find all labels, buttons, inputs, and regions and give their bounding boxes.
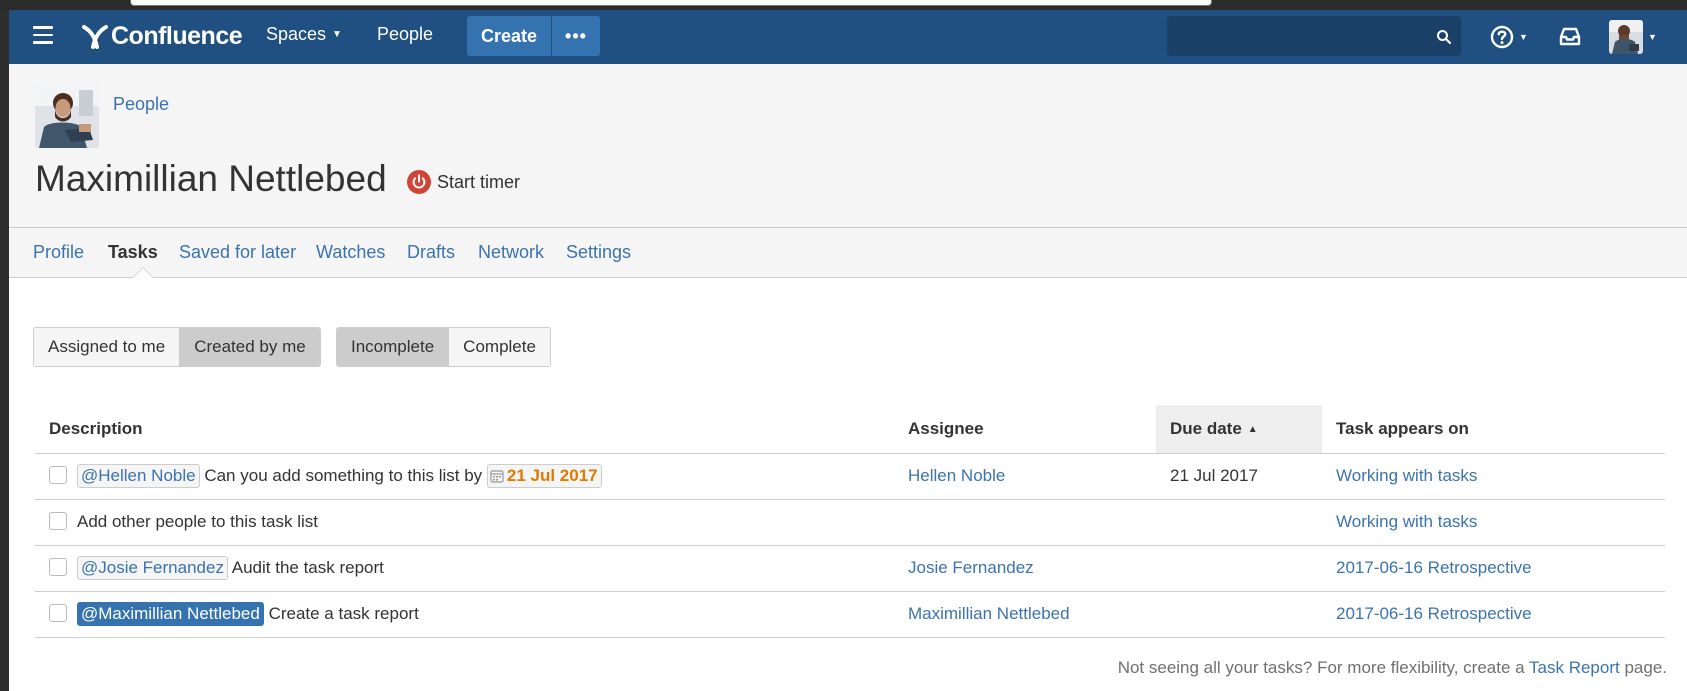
browser-chrome — [0, 0, 1687, 10]
page-link[interactable]: 2017-06-16 Retrospective — [1336, 604, 1532, 623]
spaces-menu[interactable]: Spaces ▼ — [266, 24, 342, 45]
date-lozenge-text: 21 Jul 2017 — [506, 466, 598, 485]
task-checkbox[interactable] — [49, 466, 67, 484]
notifications-icon[interactable] — [1557, 24, 1583, 50]
task-text: Can you add something to this list by — [204, 466, 483, 485]
top-navigation-bar: Confluence Spaces ▼ People Create ••• ▼ — [9, 10, 1687, 64]
column-header-assignee[interactable]: Assignee — [894, 405, 1156, 454]
user-mention[interactable]: @Hellen Noble — [77, 464, 200, 488]
table-row: @Hellen Noble Can you add something to t… — [35, 453, 1665, 500]
task-appears-on-cell: 2017-06-16 Retrospective — [1322, 591, 1665, 638]
task-text: Add other people to this task list — [77, 512, 318, 531]
tasks-table: Description Assignee Due date ▲ Task appe… — [35, 405, 1665, 638]
hamburger-menu-icon[interactable] — [33, 26, 53, 46]
user-mention-self[interactable]: @Maximillian Nettlebed — [77, 602, 264, 626]
status-filter-group: Incomplete Complete — [336, 327, 551, 367]
task-appears-on-cell: 2017-06-16 Retrospective — [1322, 545, 1665, 592]
created-by-me-toggle[interactable]: Created by me — [179, 328, 320, 366]
due-date-cell: 21 Jul 2017 — [1156, 453, 1322, 500]
tab-saved-for-later[interactable]: Saved for later — [179, 242, 296, 263]
assignee-cell: Maximillian Nettlebed — [894, 591, 1156, 638]
page-link[interactable]: 2017-06-16 Retrospective — [1336, 558, 1532, 577]
assignee-link[interactable]: Josie Fernandez — [908, 558, 1034, 577]
logo-text: Confluence — [111, 21, 243, 50]
timer-label: Start timer — [437, 171, 521, 192]
tab-watches[interactable]: Watches — [316, 242, 385, 263]
table-header-row: Description Assignee Due date ▲ Task appe… — [35, 405, 1665, 454]
profile-tabs: Profile Tasks Saved for later Watches Dr… — [9, 228, 1687, 278]
user-menu[interactable]: ▼ — [1609, 19, 1657, 55]
window-edge — [0, 10, 9, 691]
task-report-hint: Not seeing all your tasks? For more flex… — [1118, 658, 1667, 678]
calendar-icon — [490, 470, 504, 483]
active-tab-indicator — [133, 268, 153, 278]
assignee-link[interactable]: Maximillian Nettlebed — [908, 604, 1070, 623]
chevron-down-icon: ▼ — [332, 29, 342, 40]
date-lozenge[interactable]: 21 Jul 2017 — [486, 464, 602, 488]
task-description-cell: @Maximillian Nettlebed Create a task rep… — [35, 591, 894, 638]
tab-profile[interactable]: Profile — [33, 242, 84, 263]
task-appears-on-cell: Working with tasks — [1322, 453, 1665, 500]
table-row: Add other people to this task list Worki… — [35, 499, 1665, 546]
table-row: @Maximillian Nettlebed Create a task rep… — [35, 591, 1665, 638]
due-date-cell — [1156, 499, 1322, 546]
task-checkbox[interactable] — [49, 512, 67, 530]
assignee-link[interactable]: Hellen Noble — [908, 466, 1005, 485]
sort-ascending-icon: ▲ — [1247, 423, 1258, 435]
task-description-cell: @Hellen Noble Can you add something to t… — [35, 453, 894, 500]
page-title: Maximillian Nettlebed — [35, 158, 387, 199]
due-date-cell — [1156, 591, 1322, 638]
assigned-to-me-toggle[interactable]: Assigned to me — [34, 328, 180, 366]
people-link[interactable]: People — [377, 24, 433, 45]
task-description-cell: @Josie Fernandez Audit the task report — [35, 545, 894, 592]
incomplete-toggle[interactable]: Incomplete — [337, 328, 449, 366]
search-input[interactable] — [1167, 16, 1461, 56]
page-link[interactable]: Working with tasks — [1336, 512, 1477, 531]
assignee-cell: Josie Fernandez — [894, 545, 1156, 592]
chevron-down-icon: ▼ — [1519, 32, 1528, 42]
task-text: Audit the task report — [231, 558, 384, 577]
page-link[interactable]: Working with tasks — [1336, 466, 1477, 485]
tab-settings[interactable]: Settings — [566, 242, 631, 263]
spaces-label: Spaces — [266, 24, 327, 44]
confluence-logo[interactable]: Confluence — [81, 19, 243, 53]
confluence-logo-icon — [82, 25, 108, 49]
due-date-header-label: Due date — [1170, 418, 1242, 438]
hint-prefix: Not seeing all your tasks? For more flex… — [1117, 658, 1525, 677]
complete-toggle[interactable]: Complete — [448, 328, 550, 366]
power-icon — [407, 170, 431, 194]
column-header-description[interactable]: Description — [35, 405, 894, 454]
task-checkbox[interactable] — [49, 604, 67, 622]
task-report-link[interactable]: Task Report — [1529, 658, 1620, 677]
browser-address-bar[interactable] — [130, 0, 1212, 6]
more-options-button[interactable]: ••• — [552, 16, 600, 56]
user-mention[interactable]: @Josie Fernandez — [77, 556, 228, 580]
task-appears-on-cell: Working with tasks — [1322, 499, 1665, 546]
avatar — [1609, 20, 1643, 54]
confluence-app: Confluence Spaces ▼ People Create ••• ▼ — [9, 10, 1687, 691]
task-checkbox[interactable] — [49, 558, 67, 576]
tab-tasks[interactable]: Tasks — [108, 242, 158, 263]
task-text: Create a task report — [268, 604, 419, 623]
column-header-task-appears-on[interactable]: Task appears on — [1322, 405, 1665, 454]
start-timer-button[interactable]: Start timer — [407, 170, 520, 194]
search-icon[interactable] — [1435, 28, 1453, 46]
owner-filter-group: Assigned to me Created by me — [33, 327, 321, 367]
chevron-down-icon: ▼ — [1648, 32, 1657, 42]
tab-network[interactable]: Network — [478, 242, 544, 263]
tab-drafts[interactable]: Drafts — [407, 242, 455, 263]
column-header-due-date[interactable]: Due date ▲ — [1156, 405, 1322, 454]
profile-header: People Maximillian Nettlebed Start timer — [9, 64, 1687, 228]
task-description-cell: Add other people to this task list — [35, 499, 894, 546]
create-button[interactable]: Create — [467, 16, 551, 56]
breadcrumb-people-link[interactable]: People — [113, 94, 169, 115]
help-icon — [1490, 25, 1514, 49]
table-row: @Josie Fernandez Audit the task report J… — [35, 545, 1665, 592]
assignee-cell: Hellen Noble — [894, 453, 1156, 500]
due-date-cell — [1156, 545, 1322, 592]
help-menu[interactable]: ▼ — [1490, 23, 1536, 51]
assignee-cell — [894, 499, 1156, 546]
hint-suffix: page. — [1624, 658, 1667, 677]
profile-photo — [35, 84, 99, 148]
